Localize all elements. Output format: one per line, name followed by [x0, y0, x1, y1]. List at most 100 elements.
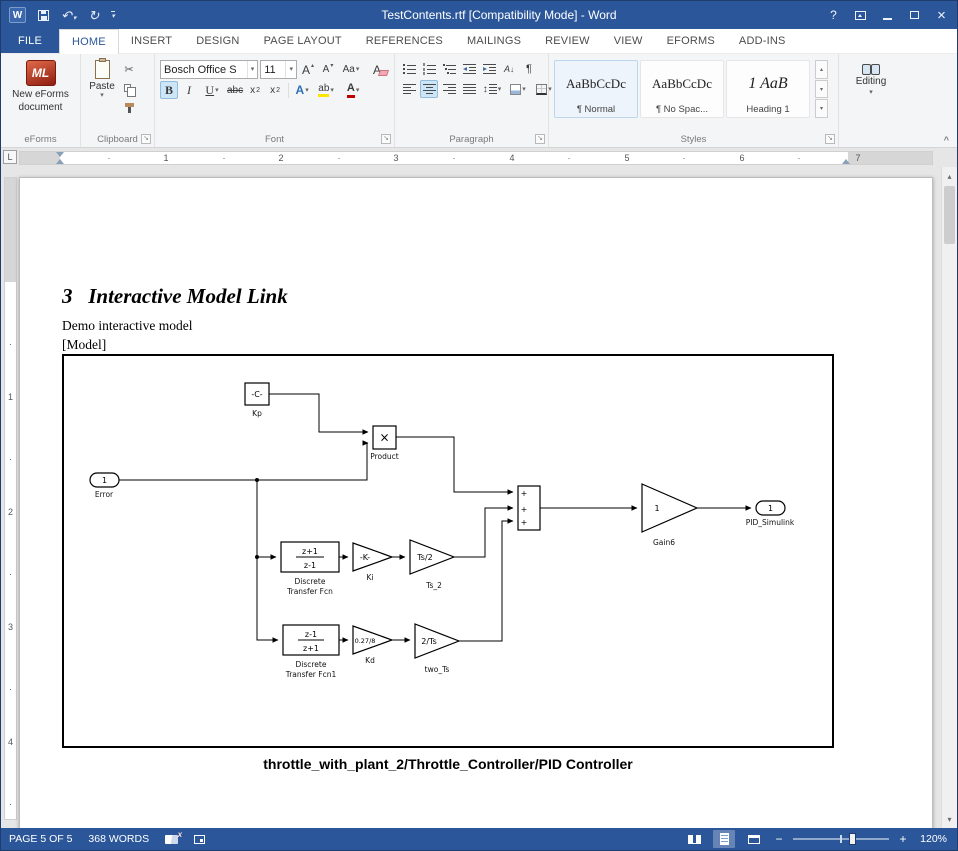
ribbon-display-options-button[interactable]: [847, 1, 874, 29]
word-app-icon[interactable]: W: [9, 7, 26, 23]
clipboard-dialog-launcher[interactable]: ↘: [141, 134, 151, 144]
zoom-center-notch: [840, 835, 842, 843]
scroll-up-button[interactable]: ▴: [942, 168, 957, 184]
shading-button[interactable]: ▾: [506, 80, 530, 98]
sort-button[interactable]: A↓: [500, 60, 518, 78]
tab-insert[interactable]: INSERT: [119, 29, 184, 53]
copy-button[interactable]: [120, 79, 138, 97]
decrease-indent-button[interactable]: [460, 60, 478, 78]
hanging-indent-marker[interactable]: [56, 159, 64, 164]
right-indent-marker[interactable]: [842, 159, 850, 164]
align-right-button[interactable]: [440, 80, 458, 98]
collapse-ribbon-button[interactable]: ^: [944, 135, 949, 145]
save-button[interactable]: [38, 10, 49, 21]
styles-scroll-down-button[interactable]: ▾: [815, 80, 828, 99]
tab-view[interactable]: VIEW: [602, 29, 655, 53]
scrollbar-thumb[interactable]: [944, 186, 955, 244]
font-name-select[interactable]: Bosch Office S ▾: [160, 60, 258, 79]
increase-indent-button[interactable]: [480, 60, 498, 78]
text-effects-button[interactable]: A▾: [293, 81, 311, 99]
close-button[interactable]: ×: [928, 1, 955, 29]
multilevel-list-button[interactable]: [440, 60, 458, 78]
tab-page-layout[interactable]: PAGE LAYOUT: [252, 29, 354, 53]
page-indicator[interactable]: PAGE 5 OF 5: [9, 833, 72, 845]
tab-stop-selector[interactable]: L: [3, 150, 17, 164]
sort-icon: A↓: [504, 64, 514, 74]
italic-button[interactable]: I: [180, 81, 198, 99]
paste-button[interactable]: Paste ▾: [84, 58, 120, 116]
subscript-button[interactable]: x2: [246, 81, 264, 99]
font-size-select[interactable]: 11 ▾: [260, 60, 297, 79]
styles-scroll-up-button[interactable]: ▴: [815, 60, 828, 79]
minimize-button[interactable]: [874, 1, 901, 29]
zoom-out-button[interactable]: −: [773, 832, 785, 846]
tab-references[interactable]: REFERENCES: [354, 29, 455, 53]
format-painter-button[interactable]: [120, 98, 138, 116]
styles-dialog-launcher[interactable]: ↘: [825, 134, 835, 144]
read-mode-button[interactable]: [683, 830, 705, 848]
highlight-color-button[interactable]: ab▾: [313, 81, 339, 99]
document-page[interactable]: 3 Interactive Model Link Demo interactiv…: [19, 177, 933, 828]
tab-file[interactable]: FILE: [1, 29, 59, 53]
justify-button[interactable]: [460, 80, 478, 98]
undo-button[interactable]: ↶▾: [61, 9, 76, 22]
editing-button[interactable]: Editing ▾: [842, 58, 900, 96]
simulink-model-diagram: 1 Error -C- Kp × Product z+1 z-1: [62, 354, 834, 748]
print-layout-button[interactable]: [713, 830, 735, 848]
scroll-down-button[interactable]: ▾: [942, 811, 957, 827]
shrink-font-button[interactable]: A▾: [319, 61, 337, 79]
new-eforms-document-button[interactable]: ML New eForms document: [5, 58, 77, 114]
zoom-level[interactable]: 120%: [917, 833, 947, 845]
bullets-button[interactable]: [400, 60, 418, 78]
paragraph-dialog-launcher[interactable]: ↘: [535, 134, 545, 144]
save-icon: [38, 10, 49, 21]
font-dialog-launcher[interactable]: ↘: [381, 134, 391, 144]
zoom-in-button[interactable]: +: [897, 832, 909, 846]
vertical-scrollbar[interactable]: ▴ ▾: [941, 167, 957, 828]
proofing-status-button[interactable]: x: [165, 835, 178, 844]
horizontal-ruler[interactable]: · 1 · 2 · 3 · 4 · 5 · 6 · 7: [19, 151, 933, 165]
zoom-slider-thumb[interactable]: [849, 833, 856, 845]
web-layout-button[interactable]: [743, 830, 765, 848]
pilcrow-icon: ¶: [526, 63, 532, 75]
style-normal[interactable]: AaBbCcDc ¶ Normal: [554, 60, 638, 118]
font-color-button[interactable]: A▾: [341, 81, 365, 99]
tab-mailings[interactable]: MAILINGS: [455, 29, 533, 53]
clear-formatting-button[interactable]: A: [365, 61, 389, 79]
strikethrough-button[interactable]: abc: [226, 81, 244, 99]
style-heading-1[interactable]: 1 AaB Heading 1: [726, 60, 810, 118]
cut-button[interactable]: ✂: [120, 60, 138, 78]
zoom-slider[interactable]: [793, 833, 889, 845]
grow-font-button[interactable]: A▴: [299, 61, 317, 79]
tab-add-ins[interactable]: ADD-INS: [727, 29, 798, 53]
tab-eforms[interactable]: EFORMS: [655, 29, 727, 53]
bold-button[interactable]: B: [160, 81, 178, 99]
show-formatting-marks-button[interactable]: ¶: [520, 60, 538, 78]
change-case-button[interactable]: Aa▾: [339, 61, 363, 79]
decrease-indent-icon: [463, 63, 476, 75]
word-count[interactable]: 368 WORDS: [88, 833, 149, 845]
redo-button[interactable]: ↻: [88, 9, 99, 22]
align-left-button[interactable]: [400, 80, 418, 98]
status-right: − + 120%: [683, 830, 957, 848]
align-center-button[interactable]: [420, 80, 438, 98]
numbering-button[interactable]: [420, 60, 438, 78]
style-no-spacing[interactable]: AaBbCcDc ¶ No Spac...: [640, 60, 724, 118]
help-button[interactable]: ?: [820, 1, 847, 29]
macro-record-button[interactable]: [194, 835, 205, 844]
right-margin-zone: [848, 152, 932, 164]
superscript-button[interactable]: x2: [266, 81, 284, 99]
line-spacing-button[interactable]: ↕▾: [480, 80, 504, 98]
styles-more-button[interactable]: ▾: [815, 99, 828, 118]
top-margin-zone: [5, 178, 16, 282]
tab-review[interactable]: REVIEW: [533, 29, 602, 53]
underline-button[interactable]: U▾: [200, 81, 224, 99]
tab-design[interactable]: DESIGN: [184, 29, 251, 53]
read-mode-icon: [688, 835, 701, 844]
qat-customize-button[interactable]: ▾: [111, 11, 115, 20]
tab-home[interactable]: HOME: [59, 29, 119, 54]
maximize-button[interactable]: [901, 1, 928, 29]
first-line-indent-marker[interactable]: [56, 152, 64, 157]
svg-text:1: 1: [654, 504, 659, 513]
vertical-ruler[interactable]: · 1 · 2 · 3 · 4 ·: [1, 167, 19, 828]
